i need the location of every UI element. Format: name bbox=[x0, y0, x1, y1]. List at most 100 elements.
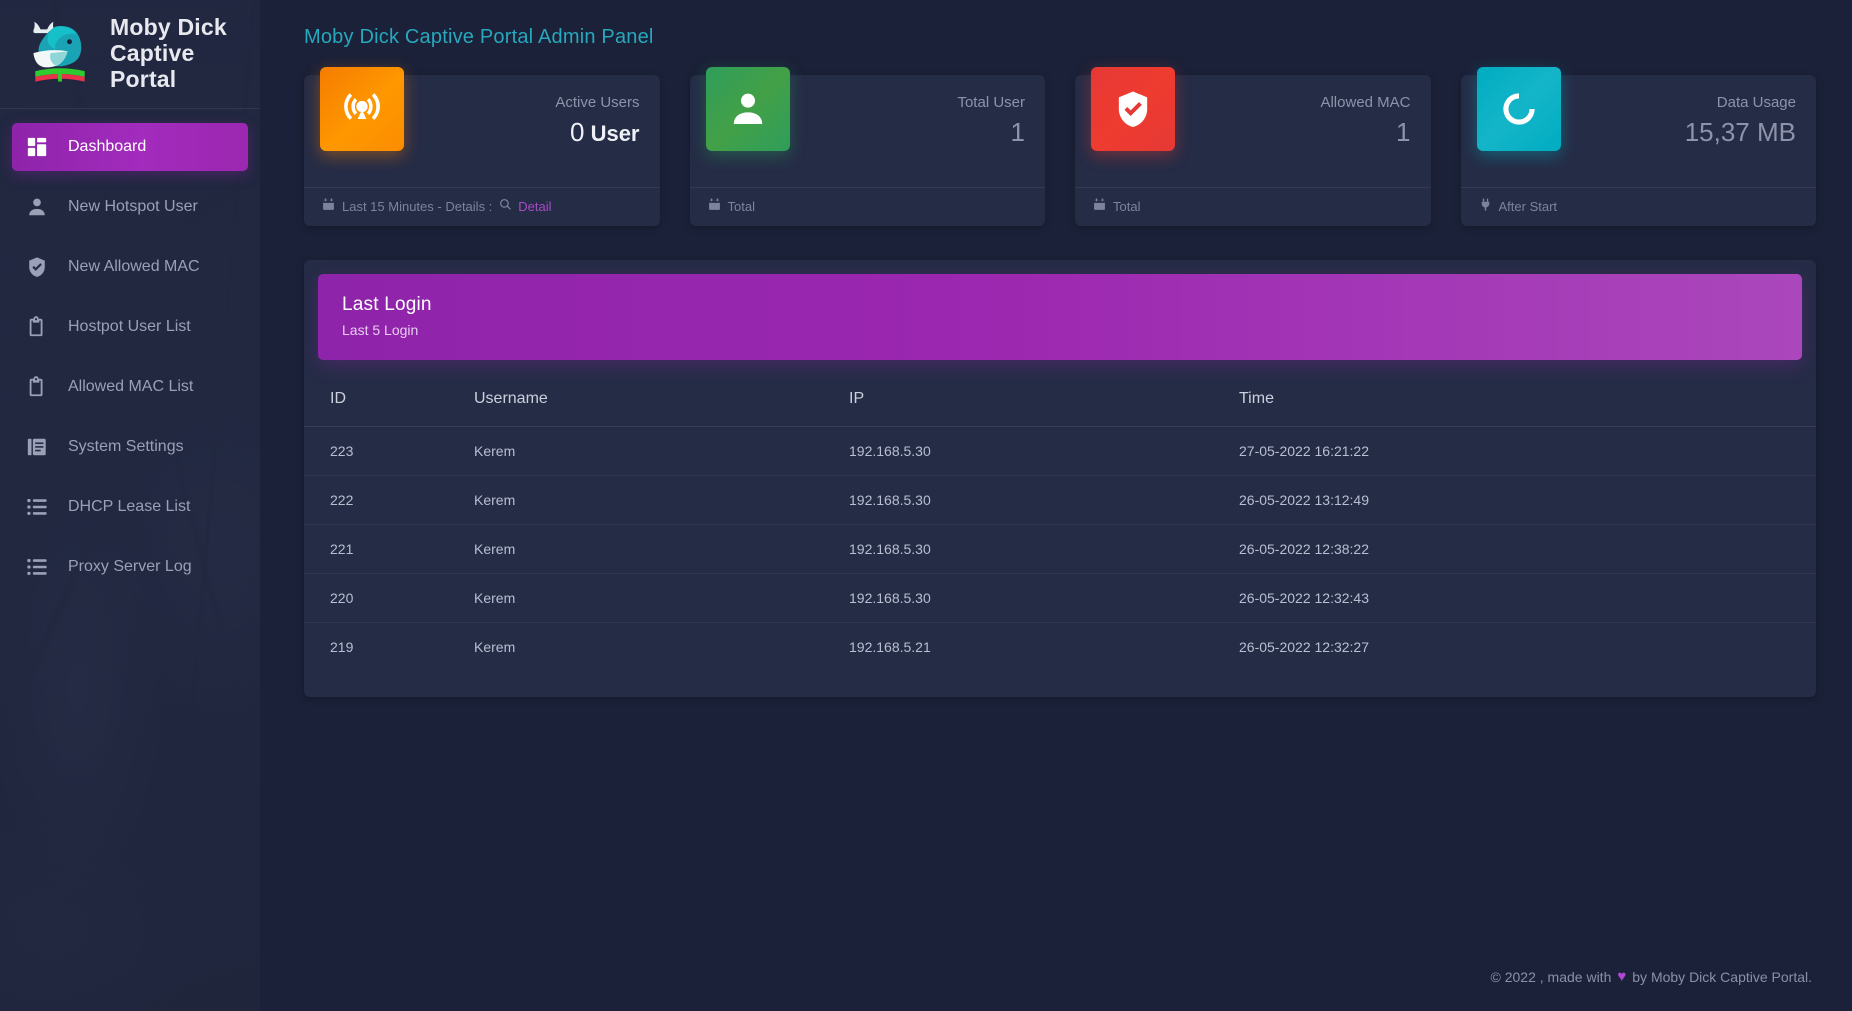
sidebar-item-proxy-server-log[interactable]: Proxy Server Log bbox=[12, 543, 248, 591]
broadcast-signal-icon bbox=[320, 67, 404, 151]
sidebar-item-system-settings[interactable]: System Settings bbox=[12, 423, 248, 471]
stat-card-total-user[interactable]: Total User 1 Total bbox=[689, 67, 1045, 226]
page-title: Moby Dick Captive Portal Admin Panel bbox=[304, 26, 654, 48]
documents-icon bbox=[26, 436, 48, 458]
cell-ip: 192.168.5.21 bbox=[849, 639, 931, 655]
cell-id: 221 bbox=[304, 524, 464, 574]
table-row[interactable]: 221 Kerem 192.168.5.30 26-05-2022 12:38:… bbox=[304, 524, 1816, 574]
table-row[interactable]: 220 Kerem 192.168.5.30 26-05-2022 12:32:… bbox=[304, 573, 1816, 623]
cell-time: 26-05-2022 12:32:43 bbox=[1229, 573, 1816, 623]
clipboard-icon bbox=[26, 316, 48, 338]
stat-card-footer-text: Last 15 Minutes - Details : bbox=[342, 198, 493, 214]
last-login-panel: Last Login Last 5 Login ID Username IP T… bbox=[304, 260, 1816, 697]
calendar-icon bbox=[322, 198, 335, 214]
list-icon bbox=[26, 496, 48, 518]
cell-id: 220 bbox=[304, 573, 464, 623]
stat-cards: Active Users 0 User Last 15 Minutes - De… bbox=[260, 49, 1852, 226]
last-login-table: ID Username IP Time 223 Kerem 192.168.5.… bbox=[304, 370, 1816, 671]
panel-subtitle: Last 5 Login bbox=[342, 322, 419, 338]
cell-time: 27-05-2022 16:21:22 bbox=[1229, 426, 1816, 476]
stat-card-number: 0 bbox=[569, 117, 585, 147]
cell-time: 26-05-2022 12:32:27 bbox=[1239, 639, 1369, 655]
detail-link-wrapper[interactable]: Detail bbox=[499, 198, 552, 214]
list-icon bbox=[26, 556, 48, 578]
brand-title: Moby Dick Captive Portal bbox=[110, 14, 248, 92]
column-header-ip[interactable]: IP bbox=[839, 370, 1229, 427]
stat-card-value: 0 User bbox=[555, 115, 640, 151]
cell-username: Kerem bbox=[464, 524, 839, 574]
cell-time: 26-05-2022 13:12:49 bbox=[1229, 475, 1816, 525]
brand-title-line1: Moby Dick bbox=[110, 14, 227, 40]
cell-id: 219 bbox=[330, 639, 354, 655]
cell-username: Kerem bbox=[464, 573, 839, 623]
stat-card-label: Data Usage bbox=[1716, 94, 1796, 111]
search-icon bbox=[499, 198, 512, 214]
clipboard-icon bbox=[26, 376, 48, 398]
panel-title: Last Login bbox=[342, 294, 432, 315]
sidebar-item-label: Dashboard bbox=[68, 138, 147, 155]
table-body: 223 Kerem 192.168.5.30 27-05-2022 16:21:… bbox=[304, 426, 1816, 672]
dashboard-grid-icon bbox=[26, 136, 48, 158]
sidebar-item-new-allowed-mac[interactable]: New Allowed MAC bbox=[12, 243, 248, 291]
table-row[interactable]: 223 Kerem 192.168.5.30 27-05-2022 16:21:… bbox=[304, 426, 1816, 476]
cell-id: 222 bbox=[304, 475, 464, 525]
stat-card-footer-text: Total bbox=[1113, 198, 1141, 214]
table-row[interactable]: 219 Kerem 192.168.5.21 26-05-2022 12:32:… bbox=[304, 623, 1816, 672]
footer-prefix: © 2022 , made with bbox=[1490, 968, 1612, 985]
heart-icon: ♥ bbox=[1617, 968, 1627, 985]
shield-check-icon bbox=[1091, 67, 1175, 151]
sidebar-item-label: Hostpot User List bbox=[68, 318, 191, 335]
sidebar-item-dhcp-lease-list[interactable]: DHCP Lease List bbox=[12, 483, 248, 531]
data-circle-icon bbox=[1476, 67, 1561, 151]
cell-username: Kerem bbox=[464, 426, 839, 476]
whale-book-logo bbox=[22, 17, 98, 89]
sidebar-item-label: System Settings bbox=[68, 438, 184, 455]
stat-card-label: Active Users bbox=[555, 94, 640, 111]
main-content: Moby Dick Captive Portal Admin Panel Act… bbox=[260, 0, 1852, 1011]
brand-title-line2: Captive Portal bbox=[110, 40, 195, 92]
app-root: Moby Dick Captive Portal Dashboard New H… bbox=[0, 0, 1852, 1011]
plug-icon bbox=[1479, 198, 1492, 214]
stat-card-footer: Last 15 Minutes - Details : Detail bbox=[304, 187, 660, 226]
cell-ip: 192.168.5.30 bbox=[839, 426, 1229, 476]
stat-card-active-users[interactable]: Active Users 0 User Last 15 Minutes - De… bbox=[304, 67, 660, 226]
column-header-time[interactable]: Time bbox=[1229, 370, 1816, 427]
sidebar-item-allowed-mac-list[interactable]: Allowed MAC List bbox=[12, 363, 248, 411]
detail-link[interactable]: Detail bbox=[518, 199, 551, 214]
sidebar-item-new-hotspot-user[interactable]: New Hotspot User bbox=[12, 183, 248, 231]
panel-header: Last Login Last 5 Login bbox=[318, 274, 1802, 360]
cell-id: 223 bbox=[304, 426, 464, 476]
calendar-icon bbox=[708, 198, 721, 214]
stat-card-footer: Total bbox=[1075, 187, 1431, 226]
table-row[interactable]: 222 Kerem 192.168.5.30 26-05-2022 13:12:… bbox=[304, 475, 1816, 525]
cell-ip: 192.168.5.30 bbox=[839, 573, 1229, 623]
stat-card-unit: User bbox=[584, 121, 640, 146]
column-header-username[interactable]: Username bbox=[464, 370, 839, 427]
person-icon bbox=[26, 196, 48, 218]
stat-card-footer: After Start bbox=[1460, 187, 1816, 226]
cell-username: Kerem bbox=[474, 639, 516, 655]
column-header-id[interactable]: ID bbox=[304, 370, 464, 427]
footer-suffix: by Moby Dick Captive Portal. bbox=[1632, 968, 1812, 985]
stat-card-data-usage[interactable]: Data Usage 15,37 MB After Start bbox=[1460, 67, 1816, 226]
stat-card-allowed-mac[interactable]: Allowed MAC 1 Total bbox=[1075, 67, 1431, 226]
stat-card-footer-text: After Start bbox=[1498, 198, 1558, 214]
sidebar-item-label: Proxy Server Log bbox=[68, 558, 192, 575]
stat-card-label: Allowed MAC bbox=[1320, 94, 1411, 111]
sidebar-item-dashboard[interactable]: Dashboard bbox=[12, 123, 248, 171]
cell-time: 26-05-2022 12:38:22 bbox=[1229, 524, 1816, 574]
stat-card-footer: Total bbox=[689, 187, 1045, 226]
sidebar-item-hotspot-user-list[interactable]: Hostpot User List bbox=[12, 303, 248, 351]
sidebar-item-label: New Allowed MAC bbox=[68, 258, 200, 275]
cell-ip: 192.168.5.30 bbox=[839, 524, 1229, 574]
page-footer: © 2022 , made with ♥ by Moby Dick Captiv… bbox=[1491, 968, 1812, 985]
stat-card-footer-text: Total bbox=[727, 198, 755, 214]
stat-card-label: Total User bbox=[957, 94, 1025, 111]
sidebar-item-label: Allowed MAC List bbox=[68, 378, 194, 395]
cell-username: Kerem bbox=[464, 475, 839, 525]
table-head: ID Username IP Time bbox=[304, 370, 1816, 427]
person-icon bbox=[705, 67, 790, 151]
stat-card-value: 1 bbox=[1396, 117, 1411, 147]
brand-logo-block[interactable]: Moby Dick Captive Portal bbox=[0, 0, 260, 108]
sidebar: Moby Dick Captive Portal Dashboard New H… bbox=[0, 0, 260, 1011]
